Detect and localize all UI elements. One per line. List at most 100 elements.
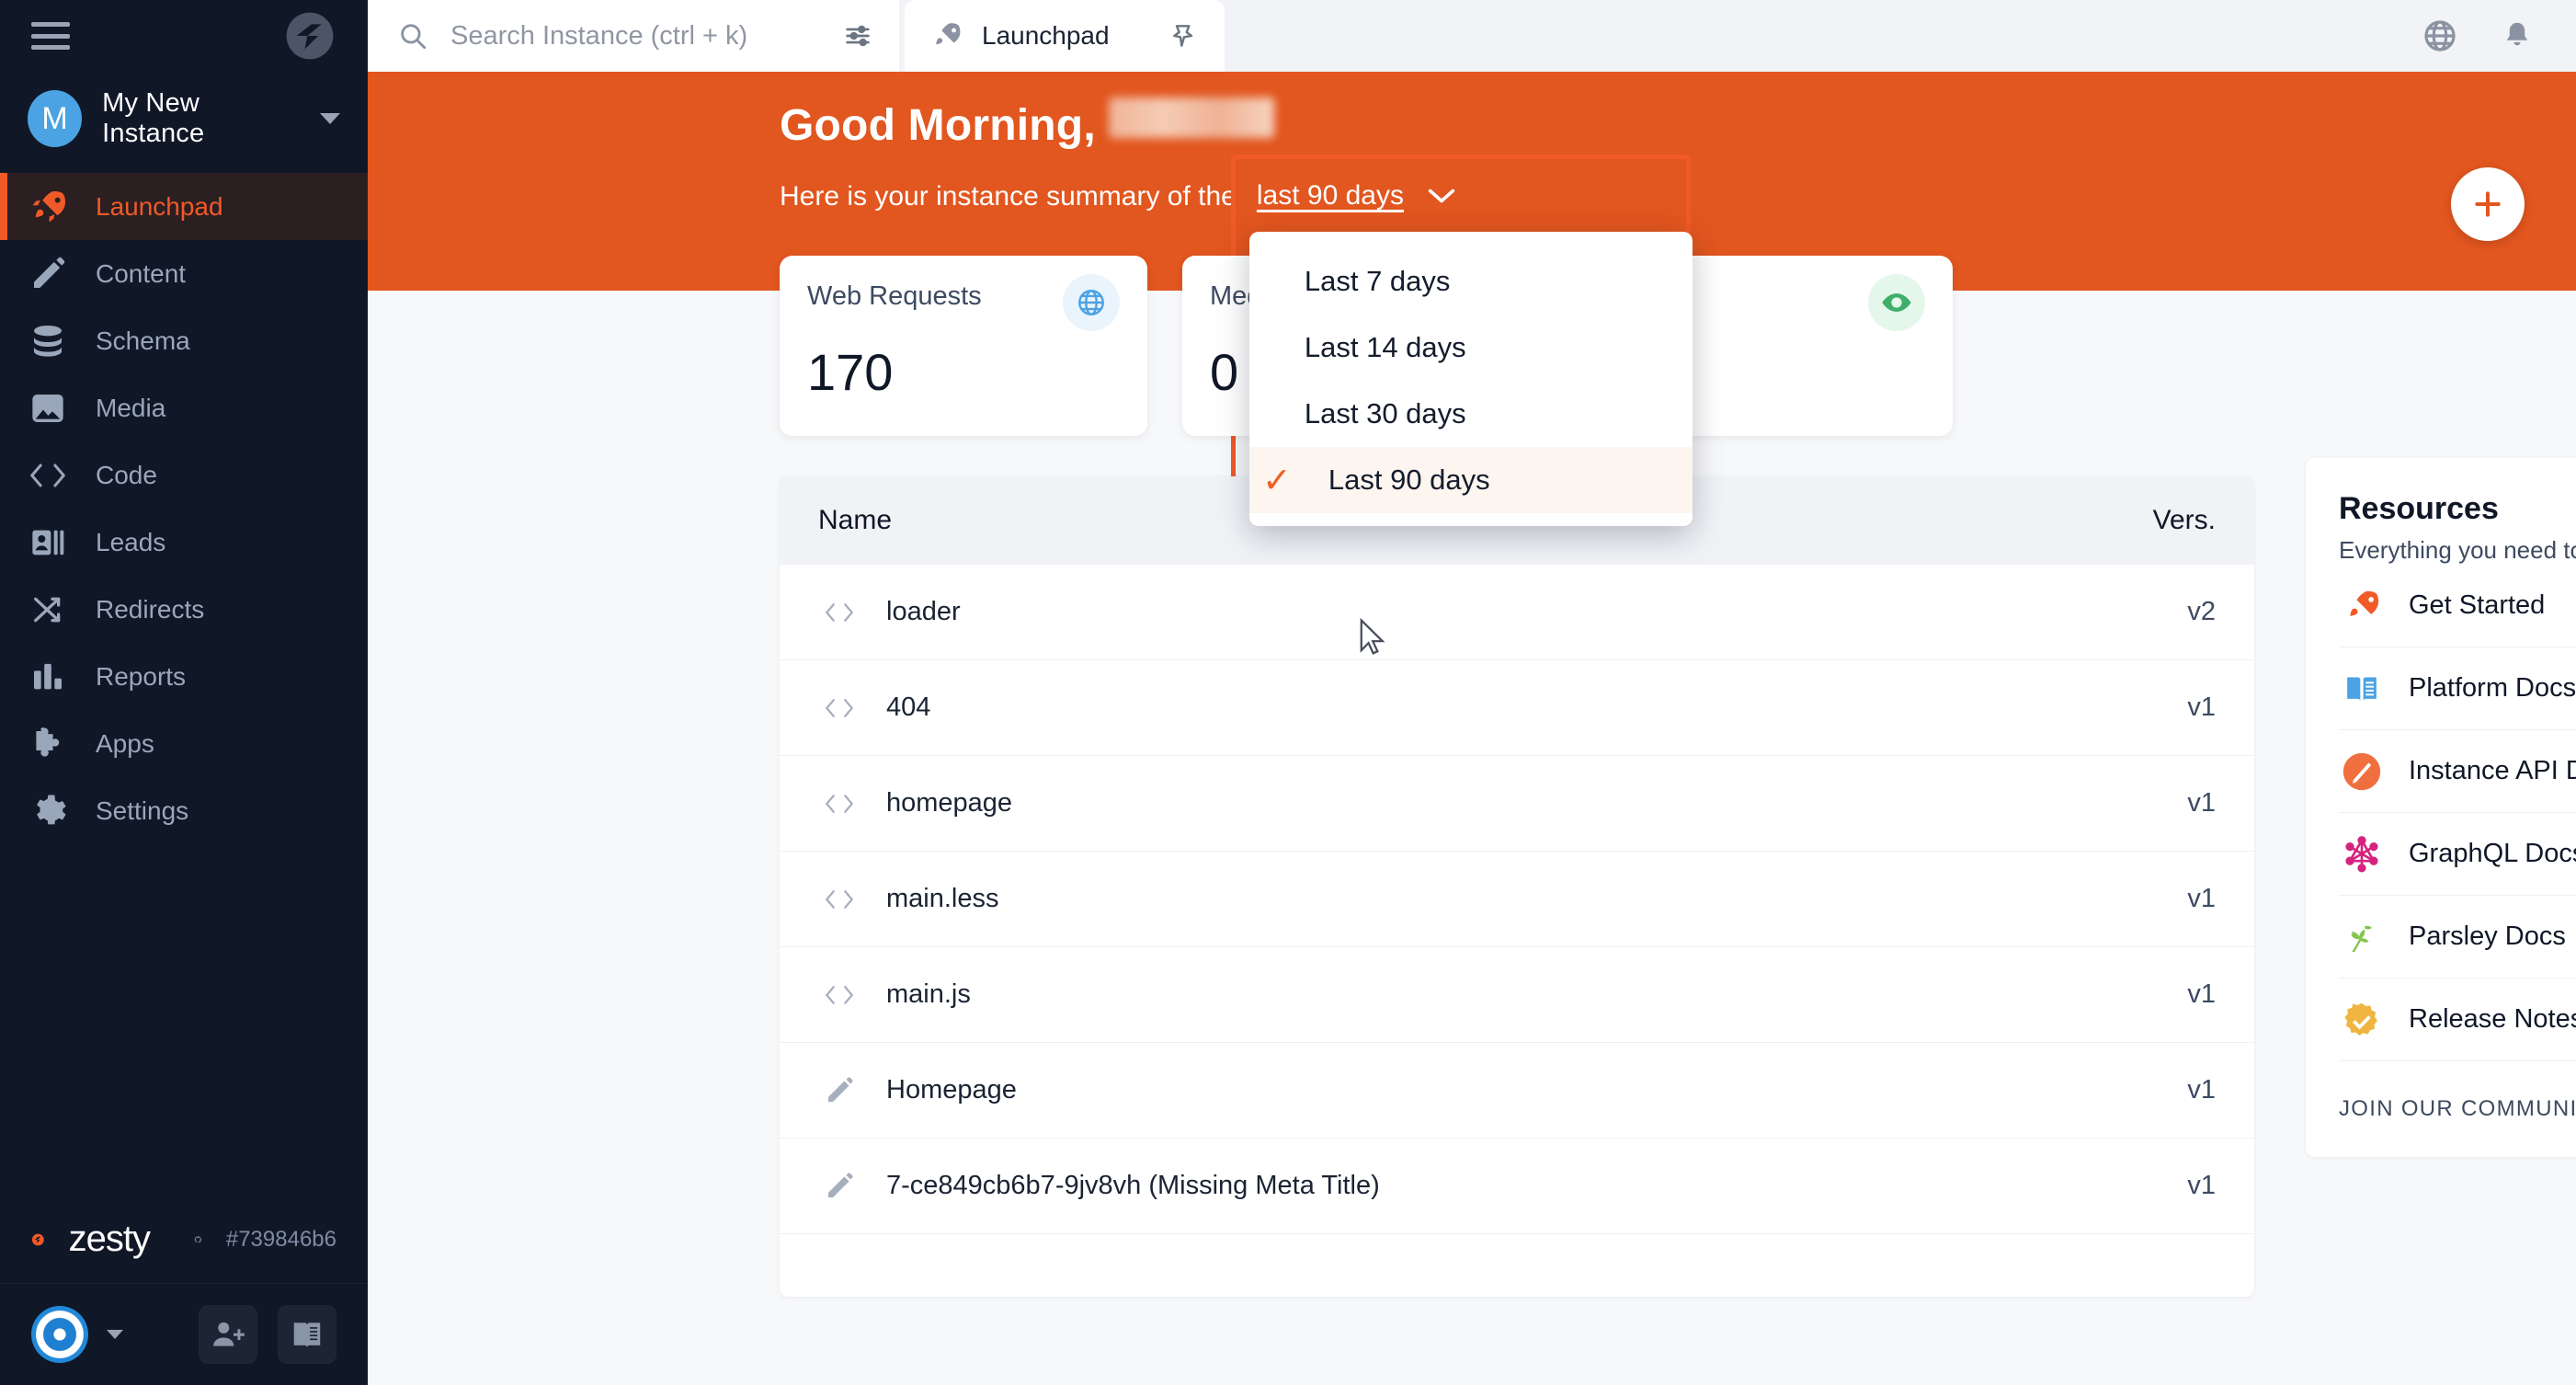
menu-item-last-14-days[interactable]: Last 14 days <box>1249 315 1693 381</box>
app-root: M My New Instance Launchpad Content Sche… <box>0 0 2576 1385</box>
zesty-wordmark: zesty <box>68 1219 151 1259</box>
code-brackets-icon <box>818 981 861 1009</box>
bar-chart-icon <box>28 657 68 697</box>
main-area: Search Instance (ctrl + k) Launchpad Goo… <box>368 0 2576 1385</box>
row-version: v2 <box>2187 597 2216 626</box>
pin-icon[interactable] <box>1169 21 1199 51</box>
card-title: Web Requests <box>807 281 982 311</box>
resources-panel: Resources Everything you need to get the… <box>2306 458 2576 1157</box>
menu-item-label: Last 90 days <box>1328 464 1490 496</box>
tab-label: Launchpad <box>982 21 1110 50</box>
stat-card-web-requests[interactable]: Web Requests 170 <box>780 256 1147 436</box>
menu-item-label: Last 14 days <box>1304 331 1466 363</box>
resource-get-started[interactable]: Get Started <box>2339 565 2576 647</box>
rocket-icon <box>28 187 68 227</box>
database-icon <box>28 321 68 361</box>
image-icon <box>28 388 68 429</box>
sidebar-item-label: Code <box>96 460 157 489</box>
sidebar-item-redirects[interactable]: Redirects <box>0 576 368 643</box>
row-name: loader <box>886 597 961 626</box>
add-user-icon <box>213 1322 245 1346</box>
card-value: 170 <box>807 343 894 401</box>
search-icon <box>401 24 427 50</box>
search-input[interactable]: Search Instance (ctrl + k) <box>368 0 899 72</box>
resource-parsley-docs[interactable]: Parsley Docs <box>2339 896 2576 979</box>
range-selector-wrap: last 90 days Last 7 days Last 14 days La… <box>1230 155 1693 526</box>
menu-item-last-7-days[interactable]: Last 7 days <box>1249 248 1693 315</box>
table-row[interactable]: loader v2 <box>780 565 2254 660</box>
menu-item-last-30-days[interactable]: Last 30 days <box>1249 381 1693 447</box>
resource-graphql-docs[interactable]: GraphQL Docs <box>2339 813 2576 896</box>
sidebar-item-label: Reports <box>96 661 187 691</box>
sidebar-item-apps[interactable]: Apps <box>0 710 368 777</box>
shuffle-arrows-icon <box>28 589 68 630</box>
sidebar-item-label: Schema <box>96 326 190 355</box>
row-version: v1 <box>2187 1075 2216 1105</box>
menu-item-last-90-days[interactable]: ✓ Last 90 days <box>1248 447 1693 513</box>
table-row[interactable]: main.less v1 <box>780 852 2254 947</box>
table-row[interactable]: homepage v1 <box>780 756 2254 852</box>
sidebar-item-launchpad[interactable]: Launchpad <box>0 173 368 240</box>
invite-user-button[interactable] <box>199 1305 257 1364</box>
sidebar-item-label: Redirects <box>96 594 205 624</box>
sidebar-item-label: Launchpad <box>96 191 223 221</box>
resource-platform-docs[interactable]: Platform Docs <box>2339 647 2576 730</box>
instance-name: My New Instance <box>102 88 205 148</box>
sidebar-item-reports[interactable]: Reports <box>0 643 368 710</box>
sidebar-bottom-bar <box>0 1284 368 1385</box>
filter-sliders-icon[interactable] <box>842 20 873 52</box>
code-brackets-icon <box>818 599 861 626</box>
sidebar-item-leads[interactable]: Leads <box>0 509 368 576</box>
row-name: Homepage <box>886 1075 1017 1105</box>
graphql-icon <box>2339 831 2385 877</box>
table-row[interactable]: 404 v1 <box>780 660 2254 756</box>
column-header-name: Name <box>818 505 893 535</box>
user-avatar[interactable] <box>31 1306 88 1363</box>
row-version: v1 <box>2187 884 2216 913</box>
menu-item-label: Last 30 days <box>1304 397 1466 429</box>
resource-instance-api-docs[interactable]: Instance API Docs <box>2339 730 2576 813</box>
globe-icon <box>1063 274 1120 331</box>
sidebar-header <box>0 0 368 72</box>
sidebar-item-settings[interactable]: Settings <box>0 777 368 844</box>
build-commit-hash: #739846b6 <box>225 1226 336 1252</box>
table-footer <box>780 1234 2254 1297</box>
hamburger-menu-icon[interactable] <box>31 22 70 50</box>
sidebar-item-content[interactable]: Content <box>0 240 368 307</box>
resources-subtitle: Everything you need to get the best out … <box>2339 536 2576 564</box>
create-new-button[interactable] <box>2451 167 2525 241</box>
table-row[interactable]: Homepage v1 <box>780 1043 2254 1139</box>
tab-launchpad[interactable]: Launchpad <box>905 0 1225 72</box>
instance-switcher[interactable]: M My New Instance <box>0 72 368 173</box>
date-range-dropdown[interactable]: last 90 days <box>1244 175 1472 219</box>
chevron-down-icon[interactable] <box>107 1330 123 1339</box>
sidebar-item-schema[interactable]: Schema <box>0 307 368 374</box>
sidebar-item-label: Content <box>96 258 187 288</box>
resource-release-notes[interactable]: Release Notes <box>2339 979 2576 1061</box>
verified-badge-icon <box>2339 997 2385 1043</box>
globe-icon[interactable] <box>2422 17 2458 54</box>
gear-icon <box>28 791 68 831</box>
pencil-icon <box>28 254 68 294</box>
sidebar-item-label: Media <box>96 393 166 422</box>
docs-button[interactable] <box>278 1305 336 1364</box>
puzzle-piece-icon <box>28 724 68 764</box>
zesty-brandmark-icon <box>286 12 334 60</box>
contact-card-icon <box>28 522 68 563</box>
recent-items-table: Name Vers. loader v2 404 v1 homepage v1 … <box>780 476 2254 1297</box>
table-row[interactable]: main.js v1 <box>780 947 2254 1043</box>
resource-label: Parsley Docs <box>2409 921 2566 951</box>
row-version: v1 <box>2187 788 2216 818</box>
hero-banner: Good Morning, Here is your instance summ… <box>368 72 2576 526</box>
row-name: 7-ce849cb6b7-9jv8vh (Missing Meta Title) <box>886 1171 1380 1200</box>
sidebar-item-media[interactable]: Media <box>0 374 368 441</box>
resource-label: Platform Docs <box>2409 673 2576 703</box>
sidebar: M My New Instance Launchpad Content Sche… <box>0 0 368 1385</box>
table-row[interactable]: 7-ce849cb6b7-9jv8vh (Missing Meta Title)… <box>780 1139 2254 1234</box>
bell-icon[interactable] <box>2501 17 2534 54</box>
sidebar-item-code[interactable]: Code <box>0 441 368 509</box>
sidebar-item-label: Settings <box>96 796 189 825</box>
avatar: M <box>28 90 83 147</box>
community-row: JOIN OUR COMMUNITY <box>2339 1061 2576 1157</box>
